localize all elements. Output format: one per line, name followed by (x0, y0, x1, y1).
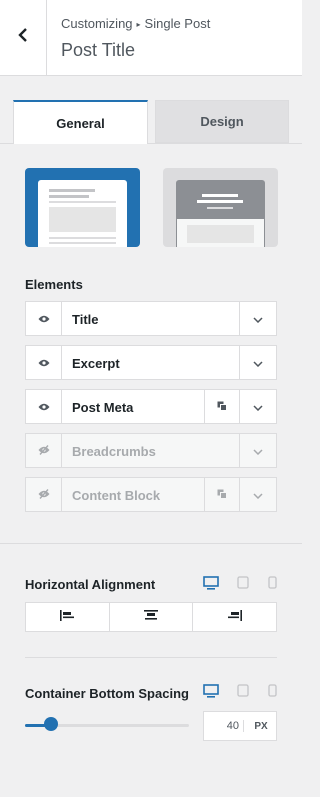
element-row-excerpt: Excerpt (25, 345, 277, 380)
horizontal-alignment-label: Horizontal Alignment (25, 577, 156, 592)
left-align-icon (60, 608, 75, 626)
expand-button[interactable] (239, 302, 276, 335)
chevron-down-icon (253, 486, 263, 504)
elements-label: Elements (25, 277, 83, 292)
customizer-header: Customizing ▸ Single Post Post Title (0, 0, 302, 76)
section-divider (0, 543, 302, 544)
back-button[interactable] (0, 0, 47, 75)
page-title: Post Title (61, 40, 136, 60)
tablet-icon[interactable] (236, 575, 250, 589)
spacing-slider-handle[interactable] (44, 717, 58, 731)
unit-selector[interactable]: PX (246, 712, 276, 740)
container-bottom-spacing-label: Container Bottom Spacing (25, 686, 189, 701)
copy-icon (217, 398, 227, 416)
desktop-icon[interactable] (202, 683, 219, 698)
element-options-button[interactable] (204, 390, 239, 423)
layout-option-above-content[interactable] (25, 168, 140, 247)
visibility-toggle[interactable] (26, 478, 62, 511)
element-label: Excerpt (72, 356, 120, 371)
layout-option-hero-banner[interactable] (163, 168, 278, 247)
spacing-value[interactable]: 40 (204, 712, 241, 740)
visibility-toggle[interactable] (26, 434, 62, 467)
eye-hidden-icon (38, 442, 50, 460)
chevron-down-icon (253, 398, 263, 416)
tablet-icon[interactable] (236, 683, 250, 697)
eye-hidden-icon (38, 486, 50, 504)
element-row-post-meta: Post Meta (25, 389, 277, 424)
center-align-icon (144, 608, 158, 626)
chevron-down-icon (253, 310, 263, 328)
align-left-button[interactable] (26, 603, 109, 631)
visibility-toggle[interactable] (26, 390, 62, 423)
eye-icon (38, 354, 50, 372)
expand-button[interactable] (239, 434, 276, 467)
spacing-number-input[interactable]: 40 PX (203, 711, 277, 741)
tab-design[interactable]: Design (155, 100, 289, 143)
eye-icon (38, 310, 50, 328)
expand-button[interactable] (239, 478, 276, 511)
mobile-icon[interactable] (266, 575, 278, 589)
layout-preview-thumbnail (176, 180, 265, 247)
breadcrumb: Customizing ▸ Single Post (61, 16, 210, 31)
breadcrumb-root: Customizing (61, 16, 133, 31)
breadcrumb-separator: ▸ (136, 20, 141, 29)
element-label: Content Block (72, 488, 161, 503)
chevron-left-icon (17, 28, 29, 47)
expand-button[interactable] (239, 390, 276, 423)
eye-icon (38, 398, 50, 416)
element-row-breadcrumbs: Breadcrumbs (25, 433, 277, 468)
visibility-toggle[interactable] (26, 346, 62, 379)
horizontal-alignment-buttons (25, 602, 277, 632)
align-right-button[interactable] (192, 603, 276, 631)
tab-general[interactable]: General (13, 100, 148, 144)
section-divider (25, 657, 277, 658)
copy-icon (217, 486, 227, 504)
expand-button[interactable] (239, 346, 276, 379)
breadcrumb-section: Single Post (144, 16, 211, 31)
unit-separator (243, 720, 244, 732)
element-row-title: Title (25, 301, 277, 336)
element-row-content-block: Content Block (25, 477, 277, 512)
layout-preview-thumbnail (38, 180, 127, 247)
element-label: Post Meta (72, 400, 134, 415)
element-label: Breadcrumbs (72, 444, 156, 459)
element-options-button[interactable] (204, 478, 239, 511)
chevron-down-icon (253, 442, 263, 460)
desktop-icon[interactable] (202, 575, 219, 590)
right-align-icon (227, 608, 242, 626)
mobile-icon[interactable] (266, 683, 278, 697)
visibility-toggle[interactable] (26, 302, 62, 335)
chevron-down-icon (253, 354, 263, 372)
element-label: Title (72, 312, 99, 327)
align-center-button[interactable] (108, 603, 193, 631)
